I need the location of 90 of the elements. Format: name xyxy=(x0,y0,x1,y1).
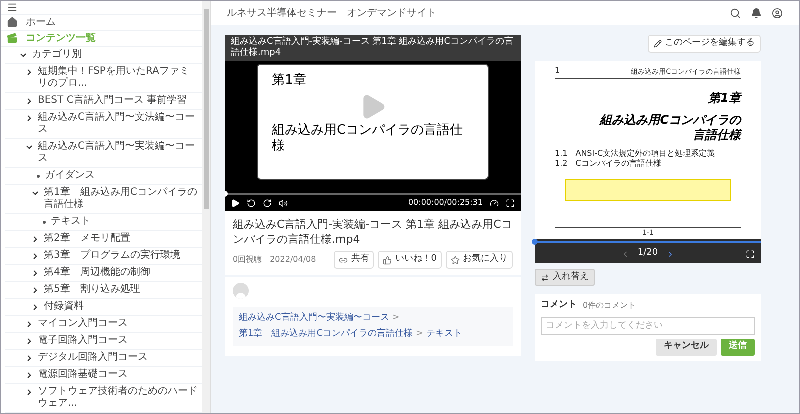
fullscreen-icon[interactable] xyxy=(506,198,515,208)
scrollbar[interactable] xyxy=(202,1,210,413)
swap-icon xyxy=(541,274,549,282)
avatar xyxy=(233,283,249,299)
edit-page-button[interactable]: このページを編集する xyxy=(648,35,761,53)
tree-item[interactable]: 第3章 プログラムの実行環境 xyxy=(44,250,180,262)
chevron-right-icon[interactable] xyxy=(25,114,34,123)
bullet-icon xyxy=(37,175,40,178)
comment-input[interactable]: コメントを入力してください xyxy=(541,316,755,334)
page-number: 1 xyxy=(555,65,560,77)
chapter-title: 組み込み用Cコンパイラの xyxy=(600,113,741,128)
tree-item[interactable]: 組み込みC言語入門〜実装編〜コース xyxy=(38,141,198,165)
page-indicator: 1/20 xyxy=(638,247,658,260)
chevron-right-icon[interactable] xyxy=(25,337,34,346)
rewind-icon[interactable] xyxy=(247,198,256,208)
tree-item[interactable]: 電子回路入門コース xyxy=(38,335,128,347)
bell-icon[interactable] xyxy=(751,8,762,18)
search-icon[interactable] xyxy=(730,8,741,18)
chevron-right-icon[interactable] xyxy=(25,320,34,329)
star-icon xyxy=(451,256,460,264)
clapperboard-icon xyxy=(7,33,18,44)
tree-item[interactable]: 電源回路基礎コース xyxy=(38,369,128,381)
video-player[interactable]: 組み込みC言語入門-実装編-コース 第1章 組み込み用Cコンパイラの言語仕様.mp4 第1章 組み込み用Cコンパイラの言語仕様 00:00:00/00:25:31 xyxy=(225,35,521,211)
slide-heading: 第1章 xyxy=(272,72,306,90)
chapter-title: 言語仕様 xyxy=(693,128,741,143)
tree-item[interactable]: テキスト xyxy=(51,216,91,228)
tree-item[interactable]: 組み込みC言語入門〜文法編〜コース xyxy=(38,112,198,136)
time-display: 00:00:00/00:25:31 xyxy=(408,197,483,209)
share-button[interactable]: 共有 xyxy=(334,251,374,269)
user-icon[interactable] xyxy=(772,8,783,18)
swap-button[interactable]: 入れ替え xyxy=(535,269,595,286)
chevron-right-icon[interactable] xyxy=(31,269,40,278)
tree-item[interactable]: デジタル回路入門コース xyxy=(38,352,148,364)
chevron-down-icon[interactable] xyxy=(19,51,28,60)
nav-link[interactable]: ホーム xyxy=(26,15,56,30)
section-entry: 1.2 Cコンパイラの言語仕様 xyxy=(555,159,662,169)
page-slider[interactable] xyxy=(535,239,761,245)
slide-title: 組み込み用Cコンパイラの言語仕様 xyxy=(272,122,464,154)
view-count: 0回視聴 xyxy=(233,254,262,266)
chevron-right-icon[interactable] xyxy=(25,388,34,397)
comment-label: コメント xyxy=(541,299,577,312)
tree-item[interactable]: BEST C言語入門コース 事前学習 xyxy=(38,95,187,107)
breadcrumb-link[interactable]: テキスト xyxy=(426,328,463,341)
like-button[interactable]: いいね！0 xyxy=(378,251,442,269)
tree-item[interactable]: 短期集中！FSPを用いたRAファミリのプロ... xyxy=(38,66,198,90)
chevron-right-icon[interactable] xyxy=(25,354,34,363)
bullet-icon xyxy=(43,221,46,224)
tree-item[interactable]: ソフトウェア技術者のためのハードウェア... xyxy=(38,386,198,410)
video-title-overlay: 組み込みC言語入門-実装編-コース 第1章 組み込み用Cコンパイラの言語仕様.mp4 xyxy=(231,37,515,59)
link-icon xyxy=(339,256,348,264)
chevron-right-icon[interactable] xyxy=(25,68,34,77)
chapter-heading: 第1章 xyxy=(708,90,741,107)
fullscreen-icon[interactable] xyxy=(746,250,755,258)
chevron-right-icon[interactable] xyxy=(31,303,40,312)
volume-icon[interactable] xyxy=(279,198,288,208)
play-icon[interactable] xyxy=(231,198,240,208)
chevron-right-icon[interactable] xyxy=(25,97,34,106)
favorite-button[interactable]: お気に入り xyxy=(446,251,513,269)
menu-icon[interactable] xyxy=(7,2,18,13)
scrollbar-thumb[interactable] xyxy=(204,9,208,209)
tree-item[interactable]: カテゴリ別 xyxy=(32,49,82,61)
chevron-right-icon[interactable] xyxy=(31,235,40,244)
chevron-right-icon[interactable] xyxy=(31,286,40,295)
chevron-right-icon[interactable] xyxy=(25,371,34,380)
tree-item[interactable]: 第1章 組み込み用Cコンパイラの言語仕様 xyxy=(44,187,198,211)
thumbs-up-icon xyxy=(383,256,392,264)
tree-item[interactable]: マイコン入門コース xyxy=(38,318,128,330)
chevron-down-icon[interactable] xyxy=(25,143,34,152)
chevron-right-icon[interactable] xyxy=(31,252,40,261)
tree-item[interactable]: 付録資料 xyxy=(44,301,84,313)
speed-icon[interactable] xyxy=(490,198,499,208)
section-entry: 1.1 ANSI-C文法規定外の項目と処理系定義 xyxy=(555,149,716,159)
breadcrumb-separator: > xyxy=(416,328,424,340)
tree-item[interactable]: ガイダンス xyxy=(45,170,95,182)
pencil-icon xyxy=(654,40,662,48)
chevron-down-icon[interactable] xyxy=(31,189,40,198)
slider-thumb[interactable] xyxy=(532,239,538,245)
cancel-button[interactable]: キャンセル xyxy=(656,338,717,356)
breadcrumb-separator: > xyxy=(392,312,400,325)
forward-icon[interactable] xyxy=(263,198,272,208)
site-title: ルネサス半導体セミナー オンデマンドサイト xyxy=(227,6,438,20)
comment-count: 0件のコメント xyxy=(583,300,636,312)
breadcrumb-link[interactable]: 組み込みC言語入門〜実装編〜コース xyxy=(239,312,390,326)
home-icon xyxy=(7,17,18,28)
video-title: 組み込みC言語入門-実装編-コース 第1章 組み込み用Cコンパイラの言語仕様.mp4 xyxy=(233,217,513,247)
upload-date: 2022/04/08 xyxy=(270,254,316,266)
tree-item[interactable]: 第5章 割り込み処理 xyxy=(44,284,140,296)
tree-item[interactable]: 第4章 周辺機能の制御 xyxy=(44,267,150,279)
tree-item[interactable]: 第2章 メモリ配置 xyxy=(44,233,130,245)
breadcrumb-link[interactable]: 第1章 組み込み用Cコンパイラの言語仕様 xyxy=(239,328,414,341)
